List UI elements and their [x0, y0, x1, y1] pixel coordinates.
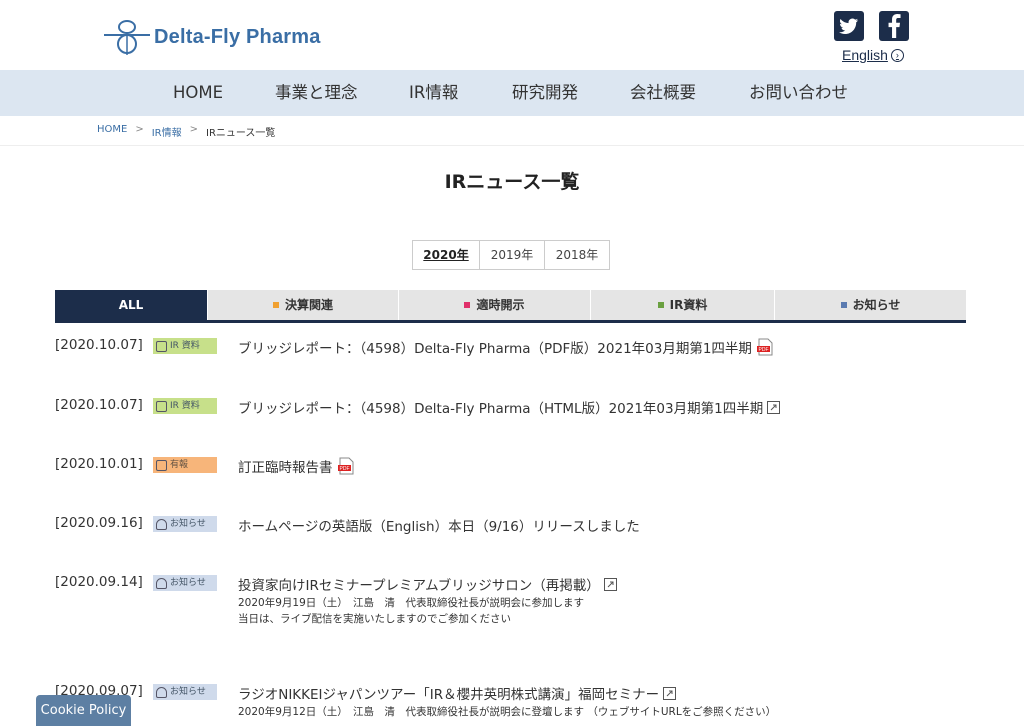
- year-tab-2018[interactable]: 2018年: [545, 241, 609, 269]
- document-icon: [156, 400, 167, 412]
- nav-research[interactable]: 研究開発: [512, 70, 578, 116]
- breadcrumb-current: IRニュース一覧: [206, 128, 276, 139]
- nav-home[interactable]: HOME: [173, 70, 223, 116]
- breadcrumb-home[interactable]: HOME: [97, 124, 127, 139]
- year-tab-2019[interactable]: 2019年: [480, 241, 545, 269]
- nav-business[interactable]: 事業と理念: [275, 70, 358, 116]
- nav-contact[interactable]: お問い合わせ: [749, 70, 848, 116]
- category-tab-all[interactable]: ALL: [55, 290, 207, 320]
- divider: [0, 145, 1024, 146]
- news-subtext: 2020年9月19日（土） 江島 清 代表取締役社長が説明会に参加します: [238, 597, 585, 609]
- svg-text:PDF: PDF: [339, 466, 349, 472]
- breadcrumb: HOME > IR情報 > IRニュース一覧: [97, 124, 275, 139]
- chevron-right-icon: ›: [890, 48, 904, 62]
- facebook-icon[interactable]: [879, 11, 909, 41]
- category-label: 決算関連: [284, 298, 333, 312]
- news-date: [2020.09.14]: [55, 574, 143, 590]
- external-link-icon: [663, 686, 677, 700]
- page-title: IRニュース一覧: [444, 171, 580, 193]
- nav-company[interactable]: 会社概要: [630, 70, 696, 116]
- external-link-icon: [603, 577, 617, 591]
- pink-square-icon: [464, 301, 471, 308]
- bell-icon: [156, 577, 167, 589]
- badge-info: お知らせ: [153, 516, 217, 532]
- bell-icon: [156, 686, 167, 698]
- news-date: [2020.09.16]: [55, 515, 143, 531]
- badge-info: お知らせ: [153, 684, 217, 700]
- nav-ir[interactable]: IR情報: [409, 70, 458, 116]
- badge-yuho: 有報: [153, 457, 217, 473]
- news-subtext: 当日は、ライブ配信を実施いたしますのでご参加ください: [238, 613, 511, 625]
- news-date: [2020.10.07]: [55, 397, 143, 413]
- news-title-link[interactable]: ブリッジレポート：（4598）Delta-Fly Pharma（HTML版）20…: [238, 397, 781, 417]
- category-tab-earnings[interactable]: 決算関連: [208, 290, 398, 320]
- breadcrumb-separator: >: [189, 124, 199, 135]
- chart-icon: [156, 459, 167, 471]
- cookie-policy-button[interactable]: Cookie Policy: [36, 695, 131, 726]
- logo-text: Delta-Fly Pharma: [154, 25, 321, 48]
- badge-ir: IR 資料: [153, 398, 217, 414]
- orange-square-icon: [272, 301, 279, 308]
- news-date: [2020.10.01]: [55, 456, 143, 472]
- bell-icon: [156, 518, 167, 530]
- badge-ir: IR 資料: [153, 338, 217, 354]
- category-label: お知らせ: [852, 298, 901, 312]
- twitter-icon[interactable]: [834, 11, 864, 41]
- news-subtext: 2020年9月12日（土） 江島 清 代表取締役社長が説明会に登壇します （ウェ…: [238, 706, 777, 718]
- news-title-link[interactable]: 投資家向けIRセミナープレミアムブリッジサロン（再掲載）: [238, 574, 617, 594]
- news-title-link[interactable]: 訂正臨時報告書 PDF: [238, 456, 355, 476]
- category-tab-notices[interactable]: お知らせ: [775, 290, 966, 320]
- category-tabs: ALL 決算関連 適時開示 IR資料 お知らせ: [55, 290, 966, 323]
- news-title-link[interactable]: ラジオNIKKEIジャパンツアー「IR＆櫻井英明株式講演」福岡セミナー: [238, 683, 677, 703]
- category-label: 適時開示: [476, 298, 525, 312]
- english-label: English: [842, 47, 888, 63]
- blue-square-icon: [840, 301, 847, 308]
- site-header: Delta-Fly Pharma English ›: [0, 0, 1024, 70]
- green-square-icon: [657, 301, 664, 308]
- category-tab-disclosure[interactable]: 適時開示: [399, 290, 590, 320]
- news-title-link[interactable]: ブリッジレポート：（4598）Delta-Fly Pharma（PDF版）202…: [238, 337, 774, 357]
- pdf-icon: PDF: [756, 338, 773, 356]
- year-tab-2020[interactable]: 2020年: [413, 241, 480, 269]
- pdf-icon: PDF: [337, 457, 353, 475]
- external-link-icon: [767, 400, 781, 414]
- year-tabs: 2020年 2019年 2018年: [412, 240, 610, 270]
- category-label: IR資料: [669, 298, 708, 312]
- breadcrumb-separator: >: [135, 124, 144, 135]
- news-title-link[interactable]: ホームページの英語版（English）本日（9/16）リリースしました: [238, 515, 640, 535]
- logo-mark-icon: [104, 20, 150, 55]
- main-nav: HOME 事業と理念 IR情報 研究開発 会社概要 お問い合わせ: [0, 70, 1024, 116]
- category-label: ALL: [118, 298, 144, 312]
- english-link[interactable]: English ›: [842, 47, 904, 63]
- site-logo[interactable]: Delta-Fly Pharma: [104, 18, 321, 56]
- social-links: [834, 11, 909, 41]
- breadcrumb-ir[interactable]: IR情報: [152, 124, 182, 139]
- svg-text:PDF: PDF: [758, 347, 768, 353]
- badge-info: お知らせ: [153, 575, 217, 591]
- news-date: [2020.10.07]: [55, 337, 143, 353]
- document-icon: [156, 340, 167, 352]
- category-tab-ir-materials[interactable]: IR資料: [591, 290, 774, 320]
